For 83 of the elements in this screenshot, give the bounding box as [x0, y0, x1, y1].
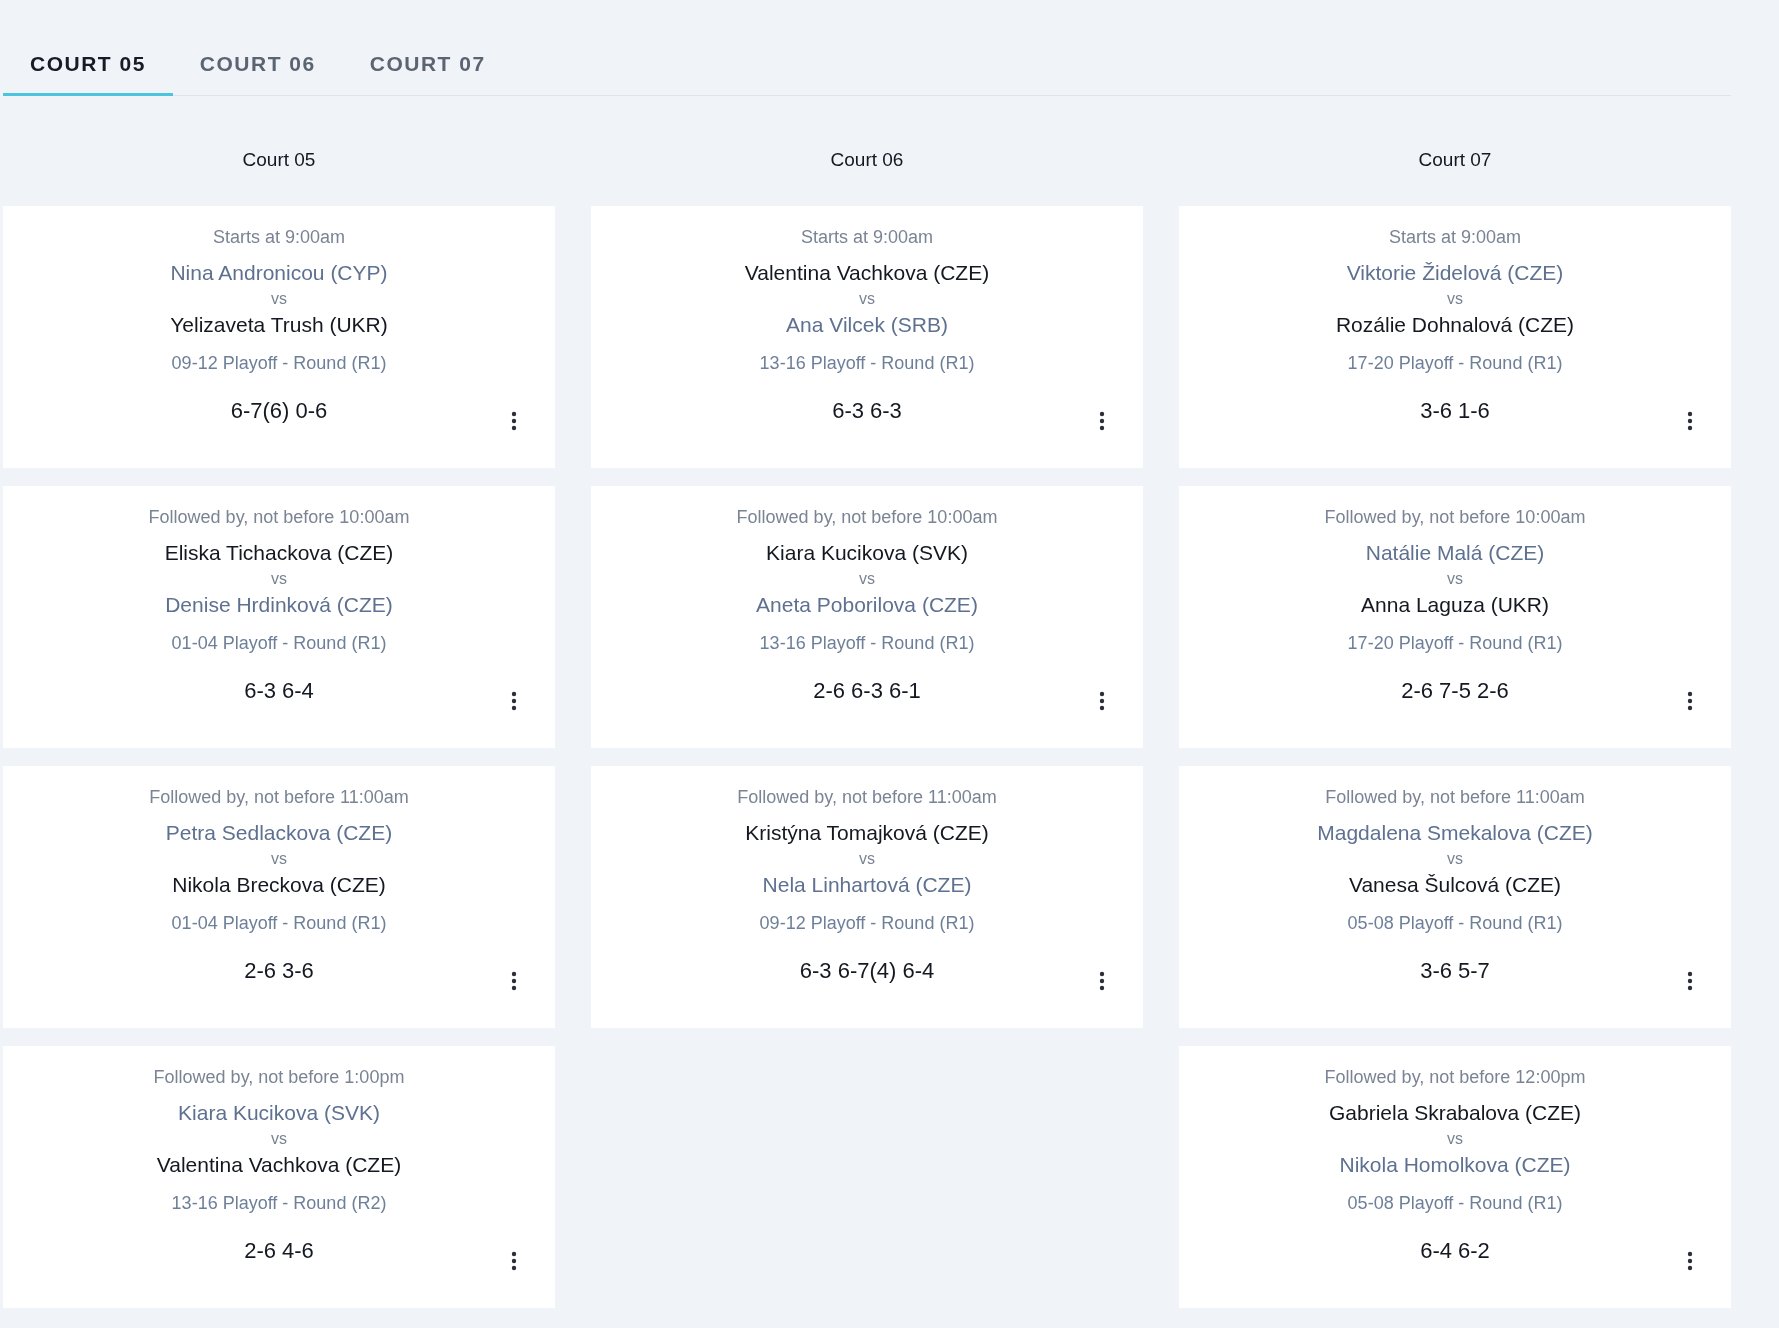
round-text: 09-12 Playoff - Round (R1) — [759, 912, 975, 934]
vs-text: vs — [859, 570, 875, 588]
court-tab[interactable]: COURT 05 — [3, 40, 173, 96]
player-name: Kiara Kucikova (SVK) — [766, 540, 968, 566]
player-name: Kristýna Tomajková (CZE) — [745, 820, 989, 846]
court-heading: Court 07 — [1418, 148, 1492, 172]
player-name: Nela Linhartová (CZE) — [762, 872, 972, 898]
vs-text: vs — [271, 570, 287, 588]
score-text: 3-6 5-7 — [1420, 958, 1490, 984]
player-name: Yelizaveta Trush (UKR) — [170, 312, 388, 338]
round-text: 09-12 Playoff - Round (R1) — [171, 352, 387, 374]
vs-text: vs — [271, 290, 287, 308]
round-text: 13-16 Playoff - Round (R1) — [759, 352, 975, 374]
score-text: 2-6 7-5 2-6 — [1401, 678, 1509, 704]
round-text: 13-16 Playoff - Round (R2) — [171, 1192, 387, 1214]
round-text: 01-04 Playoff - Round (R1) — [171, 912, 387, 934]
start-time-text: Followed by, not before 10:00am — [736, 506, 998, 528]
player-name: Valentina Vachkova (CZE) — [744, 260, 990, 286]
more-icon[interactable] — [1099, 691, 1105, 711]
round-text: 13-16 Playoff - Round (R1) — [759, 632, 975, 654]
player-name: Magdalena Smekalova (CZE) — [1317, 820, 1593, 846]
vs-text: vs — [1447, 570, 1463, 588]
score-text: 6-3 6-7(4) 6-4 — [799, 958, 935, 984]
vs-text: vs — [859, 290, 875, 308]
player-name: Kiara Kucikova (SVK) — [178, 1100, 380, 1126]
score-text: 6-3 6-3 — [832, 398, 902, 424]
court-heading: Court 06 — [830, 148, 904, 172]
more-icon[interactable] — [511, 691, 517, 711]
vs-text: vs — [1447, 850, 1463, 868]
more-icon[interactable] — [1687, 971, 1693, 991]
start-time-text: Followed by, not before 11:00am — [737, 786, 997, 808]
start-time-text: Followed by, not before 10:00am — [1324, 506, 1586, 528]
score-text: 6-7(6) 0-6 — [230, 398, 328, 424]
score-text: 2-6 4-6 — [244, 1238, 314, 1264]
more-icon[interactable] — [1687, 691, 1693, 711]
start-time-text: Followed by, not before 11:00am — [149, 786, 409, 808]
vs-text: vs — [271, 850, 287, 868]
court-tab[interactable]: COURT 07 — [342, 40, 513, 96]
start-time-text: Followed by, not before 11:00am — [1325, 786, 1585, 808]
round-text: 05-08 Playoff - Round (R1) — [1347, 1192, 1563, 1214]
player-name: Eliska Tichackova (CZE) — [164, 540, 394, 566]
player-name: Anna Laguza (UKR) — [1361, 592, 1549, 618]
more-icon[interactable] — [1099, 971, 1105, 991]
player-name: Natálie Malá (CZE) — [1365, 540, 1545, 566]
player-name: Vanesa Šulcová (CZE) — [1349, 872, 1561, 898]
round-text: 17-20 Playoff - Round (R1) — [1347, 632, 1563, 654]
start-time-text: Followed by, not before 1:00pm — [153, 1066, 405, 1088]
player-name: Gabriela Skrabalova (CZE) — [1328, 1100, 1582, 1126]
vs-text: vs — [271, 1130, 287, 1148]
round-text: 01-04 Playoff - Round (R1) — [171, 632, 387, 654]
player-name: Valentina Vachkova (CZE) — [156, 1152, 402, 1178]
player-name: Nina Andronicou (CYP) — [170, 260, 388, 286]
player-name: Nikola Homolkova (CZE) — [1339, 1152, 1571, 1178]
more-icon[interactable] — [511, 971, 517, 991]
player-name: Denise Hrdinková (CZE) — [165, 592, 393, 618]
start-time-text: Followed by, not before 10:00am — [148, 506, 410, 528]
score-text: 6-3 6-4 — [244, 678, 314, 704]
player-name: Viktorie Židelová (CZE) — [1346, 260, 1564, 286]
more-icon[interactable] — [511, 411, 517, 431]
more-icon[interactable] — [1687, 411, 1693, 431]
score-text: 6-4 6-2 — [1420, 1238, 1490, 1264]
start-time-text: Starts at 9:00am — [212, 226, 346, 248]
round-text: 05-08 Playoff - Round (R1) — [1347, 912, 1563, 934]
player-name: Aneta Poborilova (CZE) — [756, 592, 978, 618]
start-time-text: Starts at 9:00am — [1388, 226, 1522, 248]
more-icon[interactable] — [1687, 1251, 1693, 1271]
player-name: Rozálie Dohnalová (CZE) — [1335, 312, 1575, 338]
court-tab[interactable]: COURT 06 — [172, 40, 343, 96]
player-name: Nikola Breckova (CZE) — [172, 872, 386, 898]
more-icon[interactable] — [511, 1251, 517, 1271]
score-text: 2-6 3-6 — [244, 958, 314, 984]
vs-text: vs — [859, 850, 875, 868]
start-time-text: Starts at 9:00am — [800, 226, 934, 248]
vs-text: vs — [1447, 1130, 1463, 1148]
vs-text: vs — [1447, 290, 1463, 308]
player-name: Ana Vilcek (SRB) — [786, 312, 948, 338]
score-text: 2-6 6-3 6-1 — [813, 678, 921, 704]
player-name: Petra Sedlackova (CZE) — [165, 820, 393, 846]
score-text: 3-6 1-6 — [1420, 398, 1490, 424]
more-icon[interactable] — [1099, 411, 1105, 431]
court-heading: Court 05 — [242, 148, 316, 172]
round-text: 17-20 Playoff - Round (R1) — [1347, 352, 1563, 374]
start-time-text: Followed by, not before 12:00pm — [1324, 1066, 1586, 1088]
